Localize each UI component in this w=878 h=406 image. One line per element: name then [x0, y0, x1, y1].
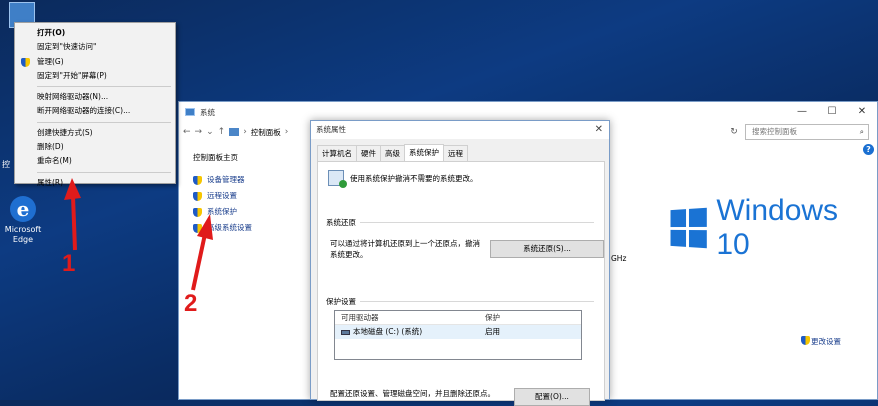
- drive-label: 本地磁盘 (C:) (系统): [353, 327, 423, 336]
- search-input[interactable]: 搜索控制面板 ⌕: [745, 124, 869, 140]
- menu-item-rename[interactable]: 重命名(M): [15, 154, 175, 168]
- menu-item-create-shortcut[interactable]: 创建快捷方式(S): [15, 126, 175, 140]
- divider: [360, 222, 594, 223]
- drive-name: 本地磁盘 (C:) (系统): [341, 325, 422, 339]
- dialog-titlebar: 系统属性 ✕: [311, 121, 609, 139]
- restore-text-line1: 可以通过将计算机还原到上一个还原点，撤消: [330, 239, 480, 248]
- annotation-number-1: 1: [62, 250, 76, 277]
- nav-device-manager[interactable]: 设备管理器: [193, 172, 252, 188]
- header-protection[interactable]: 保护: [485, 311, 500, 325]
- shield-icon: [801, 336, 810, 345]
- header-drive[interactable]: 可用驱动器: [341, 311, 379, 325]
- breadcrumb-separator-icon: ›: [284, 127, 289, 137]
- tab-system-protection[interactable]: 系统保护: [404, 144, 444, 161]
- dropdown-chevron-icon[interactable]: ⌄: [206, 127, 214, 137]
- up-arrow-icon[interactable]: ↑: [218, 127, 226, 137]
- menu-item-open[interactable]: 打开(O): [15, 26, 175, 40]
- search-icon: ⌕: [859, 127, 864, 136]
- breadcrumb[interactable]: 控制面板: [251, 127, 281, 138]
- search-placeholder: 搜索控制面板: [752, 127, 797, 136]
- shield-icon: [21, 57, 30, 67]
- system-window-title: 系统: [200, 107, 215, 117]
- control-panel-icon: [229, 128, 240, 136]
- restore-text-line2: 系统更改。: [330, 250, 368, 259]
- maximize-button[interactable]: ☐: [817, 102, 847, 122]
- menu-item-manage[interactable]: 管理(G): [15, 55, 175, 69]
- config-description: 配置还原设置、管理磁盘空间，并且删除还原点。: [330, 389, 495, 398]
- menu-item-delete[interactable]: 删除(D): [15, 140, 175, 154]
- change-settings-link[interactable]: 更改设置: [801, 336, 841, 347]
- dialog-close-icon[interactable]: ✕: [595, 121, 603, 139]
- system-icon: [185, 108, 195, 116]
- close-button[interactable]: ✕: [847, 102, 877, 122]
- tab-panel: 使用系统保护撤消不需要的系统更改。 系统还原 可以通过将计算机还原到上一个还原点…: [317, 161, 605, 406]
- menu-item-disconnect-drive[interactable]: 断开网络驱动器的连接(C)...: [15, 104, 175, 118]
- menu-item-map-drive[interactable]: 映射网络驱动器(N)...: [15, 90, 175, 104]
- refresh-icon[interactable]: ↻: [727, 124, 741, 140]
- minimize-button[interactable]: —: [787, 102, 817, 122]
- intro-text: 使用系统保护撤消不需要的系统更改。: [350, 173, 478, 183]
- drive-list[interactable]: 可用驱动器 保护 本地磁盘 (C:) (系统) 启用: [334, 310, 582, 360]
- annotation-arrow-1: [64, 178, 81, 251]
- desktop-partial-label: 控: [2, 160, 10, 169]
- hard-disk-icon: [341, 329, 350, 335]
- restore-group-label: 系统还原: [326, 218, 356, 227]
- change-settings-label: 更改设置: [811, 337, 841, 346]
- edge-shortcut[interactable]: e Microsoft Edge: [3, 196, 43, 245]
- menu-separator: [37, 121, 171, 123]
- intro-row: 使用系统保护撤消不需要的系统更改。: [328, 170, 478, 188]
- dialog-title: 系统属性: [316, 125, 346, 134]
- divider: [360, 301, 594, 302]
- nav-label: 设备管理器: [207, 175, 245, 184]
- annotation-number-2: 2: [184, 290, 198, 317]
- window-controls: — ☐ ✕: [787, 102, 877, 122]
- nav-remote-settings[interactable]: 远程设置: [193, 188, 252, 204]
- menu-item-properties[interactable]: 属性(R): [15, 176, 175, 190]
- list-item[interactable]: 本地磁盘 (C:) (系统) 启用: [335, 325, 581, 339]
- forward-arrow-icon[interactable]: →: [195, 127, 203, 137]
- nav-label: 远程设置: [207, 191, 237, 200]
- restore-description: 可以通过将计算机还原到上一个还原点，撤消 系统更改。: [330, 238, 480, 260]
- windows-brand: Windows 10: [669, 194, 877, 262]
- menu-item-label: 管理(G): [37, 56, 64, 66]
- protection-group-label: 保护设置: [326, 297, 356, 306]
- edge-label-line1: Microsoft: [4, 225, 42, 234]
- back-arrow-icon[interactable]: ←: [183, 127, 191, 137]
- system-window-titlebar: 系统: [179, 102, 877, 122]
- system-protection-icon: [328, 170, 347, 188]
- system-properties-dialog: 系统属性 ✕ 计算机名 硬件 高级 系统保护 远程 使用系统保护撤消不需要的系统…: [310, 120, 610, 406]
- menu-item-pin-start[interactable]: 固定到"开始"屏幕(P): [15, 69, 175, 83]
- dialog-tabs: 计算机名 硬件 高级 系统保护 远程: [317, 144, 468, 161]
- menu-separator: [37, 171, 171, 173]
- configure-button[interactable]: 配置(O)...: [514, 388, 590, 406]
- tab-advanced[interactable]: 高级: [380, 145, 405, 161]
- list-header: 可用驱动器 保护: [335, 311, 581, 325]
- edge-icon: e: [10, 196, 36, 222]
- tab-computer-name[interactable]: 计算机名: [317, 145, 357, 161]
- menu-item-pin-quick-access[interactable]: 固定到"快速访问": [15, 40, 175, 54]
- tab-hardware[interactable]: 硬件: [356, 145, 381, 161]
- system-restore-button[interactable]: 系统还原(S)...: [490, 240, 604, 258]
- help-icon[interactable]: ?: [863, 144, 874, 155]
- processor-ghz-fragment: GHz: [611, 254, 627, 263]
- context-menu: 打开(O) 固定到"快速访问" 管理(G) 固定到"开始"屏幕(P) 映射网络驱…: [14, 22, 176, 187]
- tab-remote[interactable]: 远程: [443, 145, 468, 161]
- nav-home[interactable]: 控制面板主页: [193, 152, 252, 163]
- annotation-arrow-2: [191, 214, 213, 291]
- shield-icon: [193, 192, 202, 201]
- breadcrumb-separator-icon: ›: [243, 127, 247, 137]
- brand-text: Windows 10: [716, 194, 839, 261]
- edge-label-line2: Edge: [12, 235, 34, 244]
- menu-separator: [37, 86, 171, 88]
- shield-icon: [193, 176, 202, 185]
- windows-logo-icon: [670, 207, 708, 249]
- drive-protection: 启用: [485, 327, 500, 336]
